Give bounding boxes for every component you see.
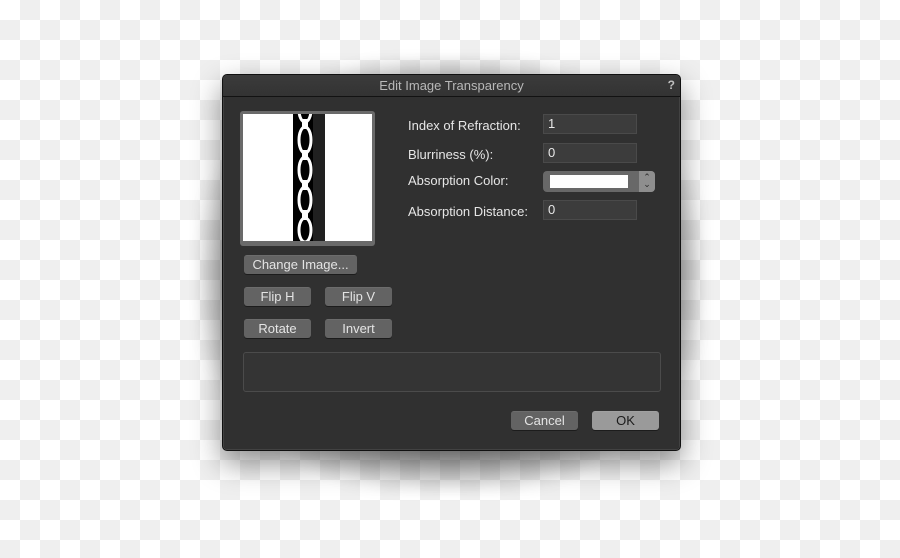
blurriness-input[interactable]: 0 <box>543 143 637 163</box>
absorption-distance-input[interactable]: 0 <box>543 200 637 220</box>
preview-image <box>243 114 372 241</box>
dialog-title: Edit Image Transparency <box>379 78 524 93</box>
ok-button[interactable]: OK <box>592 411 659 430</box>
absorption-color-label: Absorption Color: <box>408 173 509 188</box>
invert-button[interactable]: Invert <box>325 319 392 338</box>
flip-v-button[interactable]: Flip V <box>325 287 392 306</box>
edit-image-transparency-dialog: Edit Image Transparency ? Change Image..… <box>222 74 681 451</box>
title-bar[interactable]: Edit Image Transparency ? <box>223 75 680 97</box>
blurriness-label: Blurriness (%): <box>408 147 494 162</box>
info-box <box>243 352 661 392</box>
rotate-button[interactable]: Rotate <box>244 319 311 338</box>
absorption-color-swatch <box>550 175 628 188</box>
absorption-color-picker[interactable]: ⌃ ⌄ <box>543 171 655 192</box>
chain-icon <box>297 114 313 241</box>
help-icon[interactable]: ? <box>668 78 675 92</box>
absorption-distance-label: Absorption Distance: <box>408 204 528 219</box>
index-of-refraction-label: Index of Refraction: <box>408 118 521 133</box>
cancel-button[interactable]: Cancel <box>511 411 578 430</box>
image-preview <box>240 111 375 246</box>
index-of-refraction-input[interactable]: 1 <box>543 114 637 134</box>
flip-h-button[interactable]: Flip H <box>244 287 311 306</box>
change-image-button[interactable]: Change Image... <box>244 255 357 274</box>
color-stepper-icon[interactable]: ⌃ ⌄ <box>639 171 655 192</box>
